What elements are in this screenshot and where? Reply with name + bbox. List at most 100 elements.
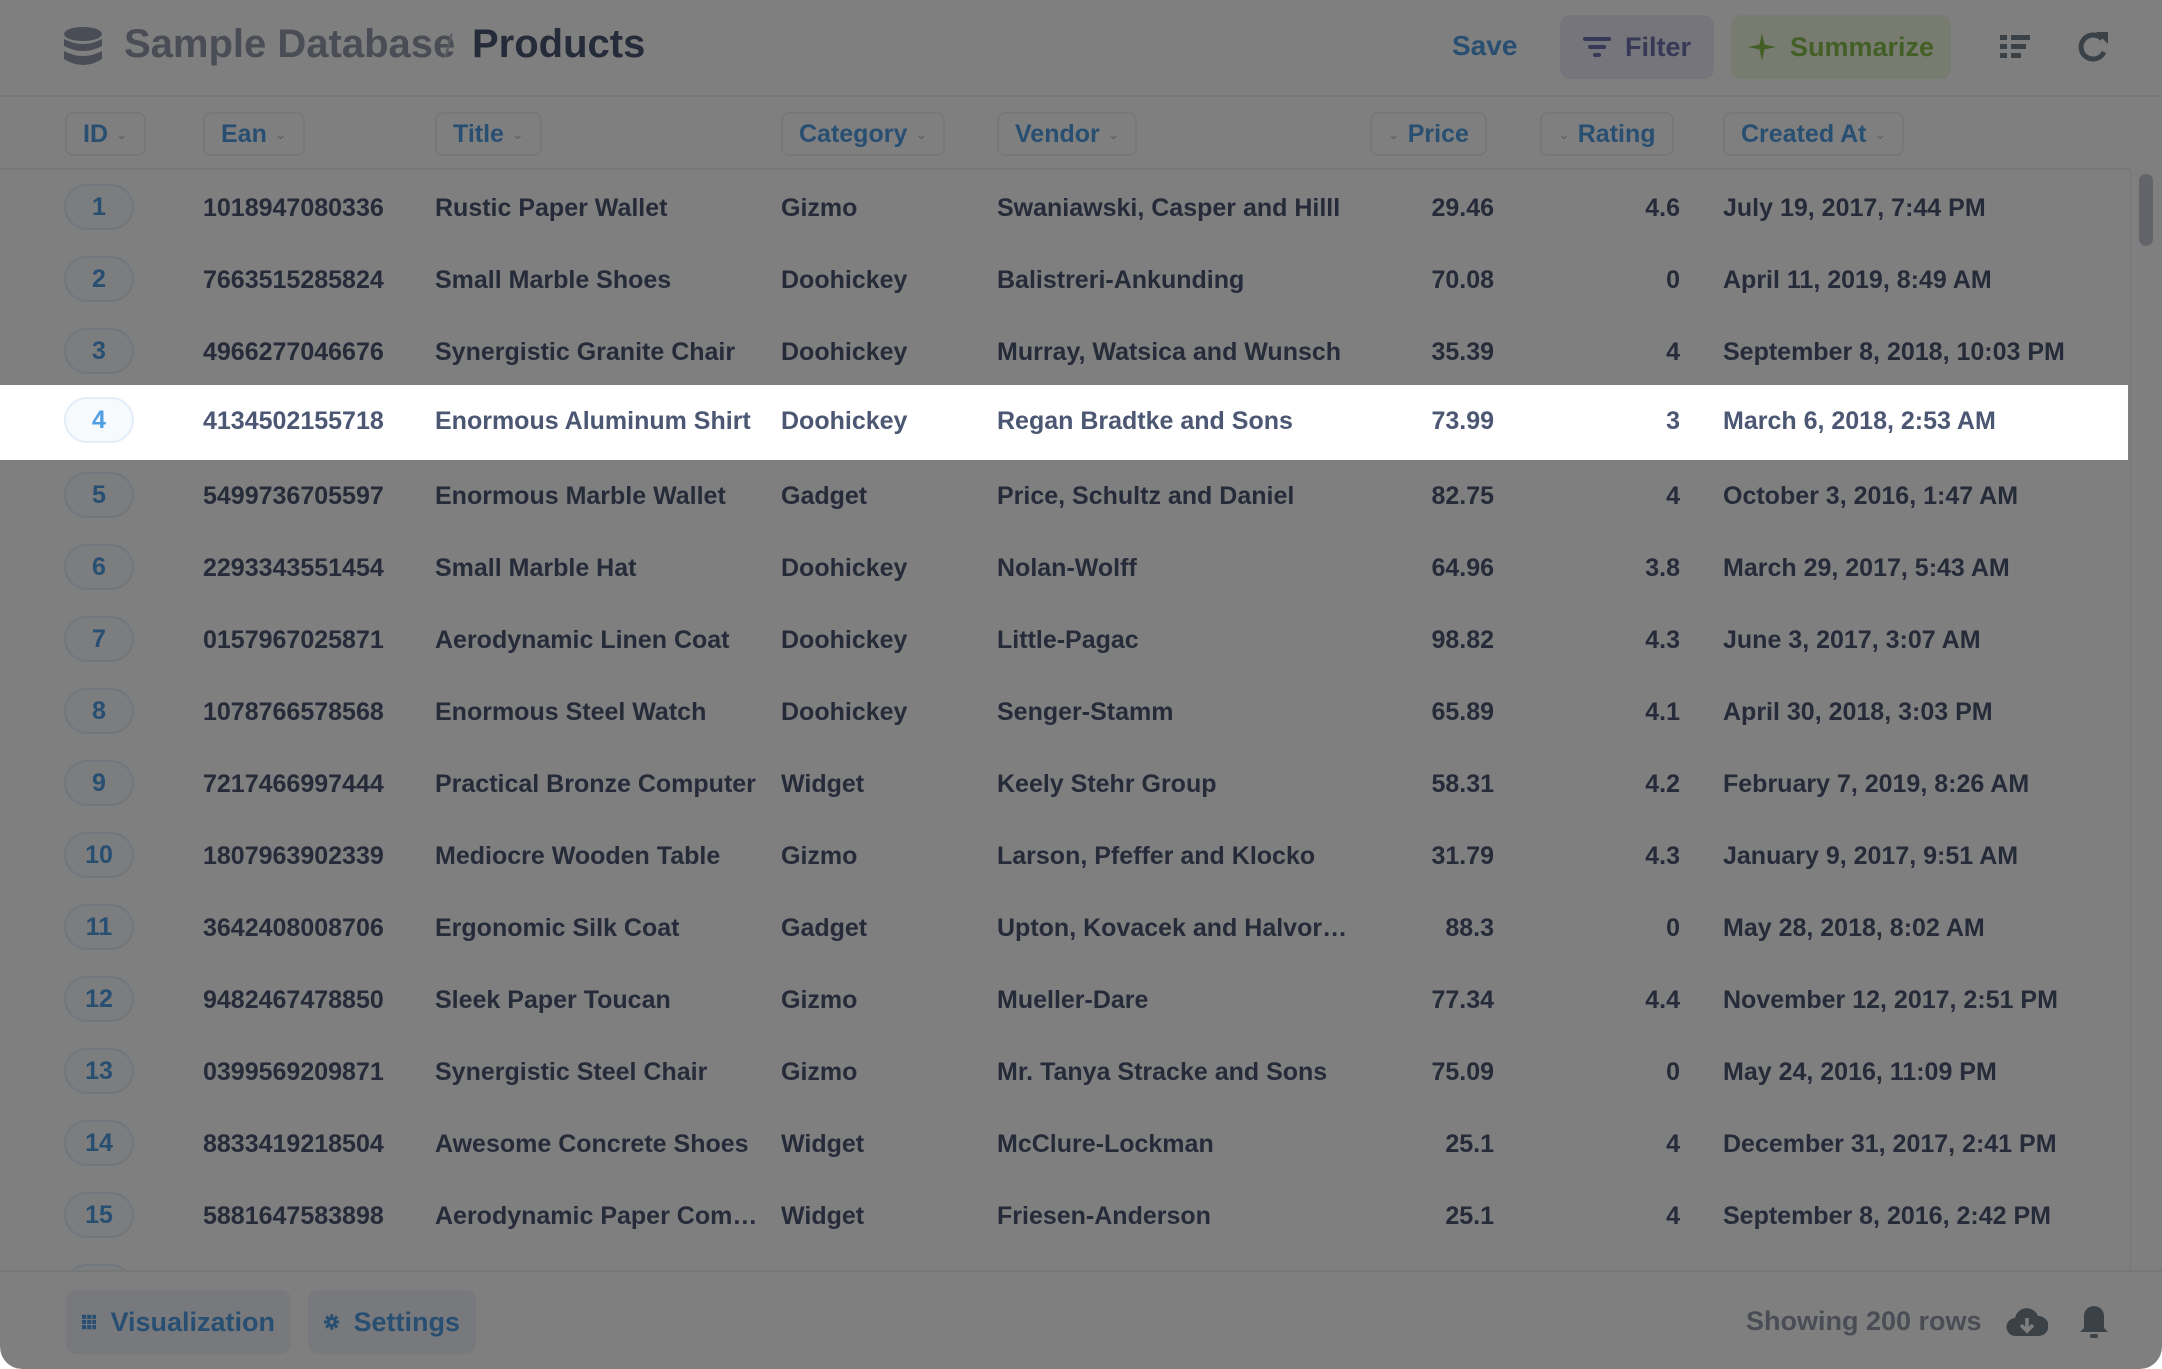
- cell-rating[interactable]: 4: [1540, 316, 1680, 388]
- cell-ean[interactable]: 0157967025871: [203, 604, 384, 676]
- cell-vendor[interactable]: Murray, Watsica and Wunsch: [997, 316, 1341, 388]
- cell-price[interactable]: 25.1: [1370, 1108, 1494, 1180]
- row-id-badge[interactable]: 8: [64, 688, 134, 734]
- cell-title[interactable]: Synergistic Granite Chair: [435, 316, 735, 388]
- cell-vendor[interactable]: Price, Schultz and Daniel: [997, 460, 1294, 532]
- cell-ean[interactable]: 7663515285824: [203, 244, 384, 316]
- cell-ean[interactable]: 3642408008706: [203, 892, 384, 964]
- cell-created-at[interactable]: June 3, 2017, 3:07 AM: [1723, 604, 1981, 676]
- scrollbar-thumb[interactable]: [2139, 174, 2153, 246]
- cell-category[interactable]: Gizmo: [781, 964, 857, 1036]
- cell-created-at[interactable]: November 12, 2017, 2:51 PM: [1723, 964, 2058, 1036]
- cell-created-at[interactable]: April 11, 2019, 8:49 AM: [1723, 244, 1992, 316]
- cell-price[interactable]: 77.34: [1370, 964, 1494, 1036]
- cell-rating[interactable]: 3.8: [1540, 532, 1680, 604]
- column-header-rating[interactable]: ⌄ Rating: [1540, 112, 1674, 156]
- cell-price[interactable]: 31.79: [1370, 820, 1494, 892]
- table-row[interactable]: 7 0157967025871 Aerodynamic Linen Coat Dooh…: [0, 604, 2128, 676]
- row-id-badge[interactable]: 10: [64, 832, 134, 878]
- cell-created-at[interactable]: September 8, 2018, 10:03 PM: [1723, 316, 2065, 388]
- cell-title[interactable]: Enormous Marble Wallet: [435, 460, 726, 532]
- cell-title[interactable]: Aerodynamic Paper Com…: [435, 1180, 757, 1252]
- cell-price[interactable]: 75.09: [1370, 1036, 1494, 1108]
- cell-vendor[interactable]: Mueller-Dare: [997, 964, 1148, 1036]
- breadcrumb-database[interactable]: Sample Database: [124, 22, 455, 67]
- refresh-icon[interactable]: [2076, 30, 2110, 64]
- cell-ean[interactable]: 0399569209871: [203, 1036, 384, 1108]
- cell-vendor[interactable]: Friesen-Anderson: [997, 1180, 1211, 1252]
- row-id-badge[interactable]: 4: [64, 397, 134, 443]
- cell-rating[interactable]: 4: [1540, 1180, 1680, 1252]
- cell-title[interactable]: Small Marble Hat: [435, 532, 636, 604]
- table-row[interactable]: 2 7663515285824 Small Marble Shoes Doohicke…: [0, 244, 2128, 316]
- cell-vendor[interactable]: Upton, Kovacek and Halvor…: [997, 892, 1347, 964]
- column-header-title[interactable]: Title ⌄: [435, 112, 542, 156]
- cell-category[interactable]: Gizmo: [781, 1036, 857, 1108]
- cell-created-at[interactable]: May 24, 2016, 11:09 PM: [1723, 1036, 1997, 1108]
- cell-ean[interactable]: 7217466997444: [203, 748, 384, 820]
- download-icon[interactable]: [2006, 1306, 2048, 1340]
- cell-rating[interactable]: 0: [1540, 244, 1680, 316]
- cell-price[interactable]: 82.75: [1370, 460, 1494, 532]
- table-row[interactable]: 5 5499736705597 Enormous Marble Wallet Gadg…: [0, 460, 2128, 532]
- row-id-badge[interactable]: 7: [64, 616, 134, 662]
- cell-vendor[interactable]: McClure-Lockman: [997, 1108, 1214, 1180]
- cell-created-at[interactable]: March 6, 2018, 2:53 AM: [1723, 385, 1996, 457]
- cell-ean[interactable]: 4134502155718: [203, 385, 384, 457]
- row-id-badge[interactable]: 9: [64, 760, 134, 806]
- cell-ean[interactable]: 2293343551454: [203, 532, 384, 604]
- table-row[interactable]: 10 1807963902339 Mediocre Wooden Table Gizm…: [0, 820, 2128, 892]
- row-id-badge[interactable]: 5: [64, 472, 134, 518]
- cell-price[interactable]: 73.99: [1370, 385, 1494, 457]
- table-row[interactable]: 11 3642408008706 Ergonomic Silk Coat Gadget…: [0, 892, 2128, 964]
- cell-created-at[interactable]: October 3, 2016, 1:47 AM: [1723, 460, 2018, 532]
- cell-created-at[interactable]: February 7, 2019, 8:26 AM: [1723, 748, 2029, 820]
- table-row[interactable]: 6 2293343551454 Small Marble Hat Doohickey N…: [0, 532, 2128, 604]
- cell-title[interactable]: Sleek Paper Toucan: [435, 964, 671, 1036]
- cell-category[interactable]: Doohickey: [781, 676, 907, 748]
- cell-price[interactable]: 58.31: [1370, 748, 1494, 820]
- list-icon[interactable]: [1998, 30, 2032, 64]
- cell-rating[interactable]: 4.6: [1540, 172, 1680, 244]
- cell-rating[interactable]: 0: [1540, 892, 1680, 964]
- cell-ean[interactable]: 1018947080336: [203, 172, 384, 244]
- cell-title[interactable]: Practical Bronze Computer: [435, 748, 756, 820]
- column-header-id[interactable]: ID ⌄: [65, 112, 146, 156]
- column-header-vendor[interactable]: Vendor ⌄: [997, 112, 1138, 156]
- cell-price[interactable]: 98.82: [1370, 604, 1494, 676]
- cell-rating[interactable]: 4.4: [1540, 964, 1680, 1036]
- column-header-ean[interactable]: Ean ⌄: [203, 112, 305, 156]
- cell-ean[interactable]: 1807963902339: [203, 820, 384, 892]
- cell-rating[interactable]: 4.3: [1540, 604, 1680, 676]
- cell-price[interactable]: 29.46: [1370, 172, 1494, 244]
- table-row[interactable]: 8 1078766578568 Enormous Steel Watch Doohic…: [0, 676, 2128, 748]
- cell-vendor[interactable]: Mr. Tanya Stracke and Sons: [997, 1036, 1327, 1108]
- cell-category[interactable]: Widget: [781, 748, 864, 820]
- cell-rating[interactable]: 3: [1540, 385, 1680, 457]
- table-row[interactable]: 14 8833419218504 Awesome Concrete Shoes Wid…: [0, 1108, 2128, 1180]
- cell-title[interactable]: Enormous Steel Watch: [435, 676, 706, 748]
- cell-vendor[interactable]: Little-Pagac: [997, 604, 1139, 676]
- cell-created-at[interactable]: September 8, 2016, 2:42 PM: [1723, 1180, 2051, 1252]
- cell-vendor[interactable]: Nolan-Wolff: [997, 532, 1137, 604]
- cell-ean[interactable]: 8833419218504: [203, 1108, 384, 1180]
- cell-title[interactable]: Awesome Concrete Shoes: [435, 1108, 749, 1180]
- visualization-button[interactable]: Visualization: [66, 1290, 291, 1354]
- row-id-badge[interactable]: 15: [64, 1192, 134, 1238]
- cell-created-at[interactable]: January 9, 2017, 9:51 AM: [1723, 820, 2018, 892]
- cell-category[interactable]: Doohickey: [781, 316, 907, 388]
- row-id-badge[interactable]: 13: [64, 1048, 134, 1094]
- cell-price[interactable]: 88.3: [1370, 892, 1494, 964]
- cell-rating[interactable]: 0: [1540, 1036, 1680, 1108]
- cell-vendor[interactable]: Keely Stehr Group: [997, 748, 1217, 820]
- row-id-badge[interactable]: 6: [64, 544, 134, 590]
- cell-title[interactable]: Ergonomic Silk Coat: [435, 892, 679, 964]
- summarize-button[interactable]: Summarize: [1731, 15, 1951, 79]
- cell-price[interactable]: 65.89: [1370, 676, 1494, 748]
- cell-rating[interactable]: 4.2: [1540, 748, 1680, 820]
- table-row-partial[interactable]: [0, 1252, 2128, 1270]
- cell-category[interactable]: Gizmo: [781, 172, 857, 244]
- table-row[interactable]: 12 9482467478850 Sleek Paper Toucan Gizmo Mu…: [0, 964, 2128, 1036]
- row-id-badge[interactable]: 14: [64, 1120, 134, 1166]
- table-row[interactable]: 3 4966277046676 Synergistic Granite Chair D…: [0, 316, 2128, 388]
